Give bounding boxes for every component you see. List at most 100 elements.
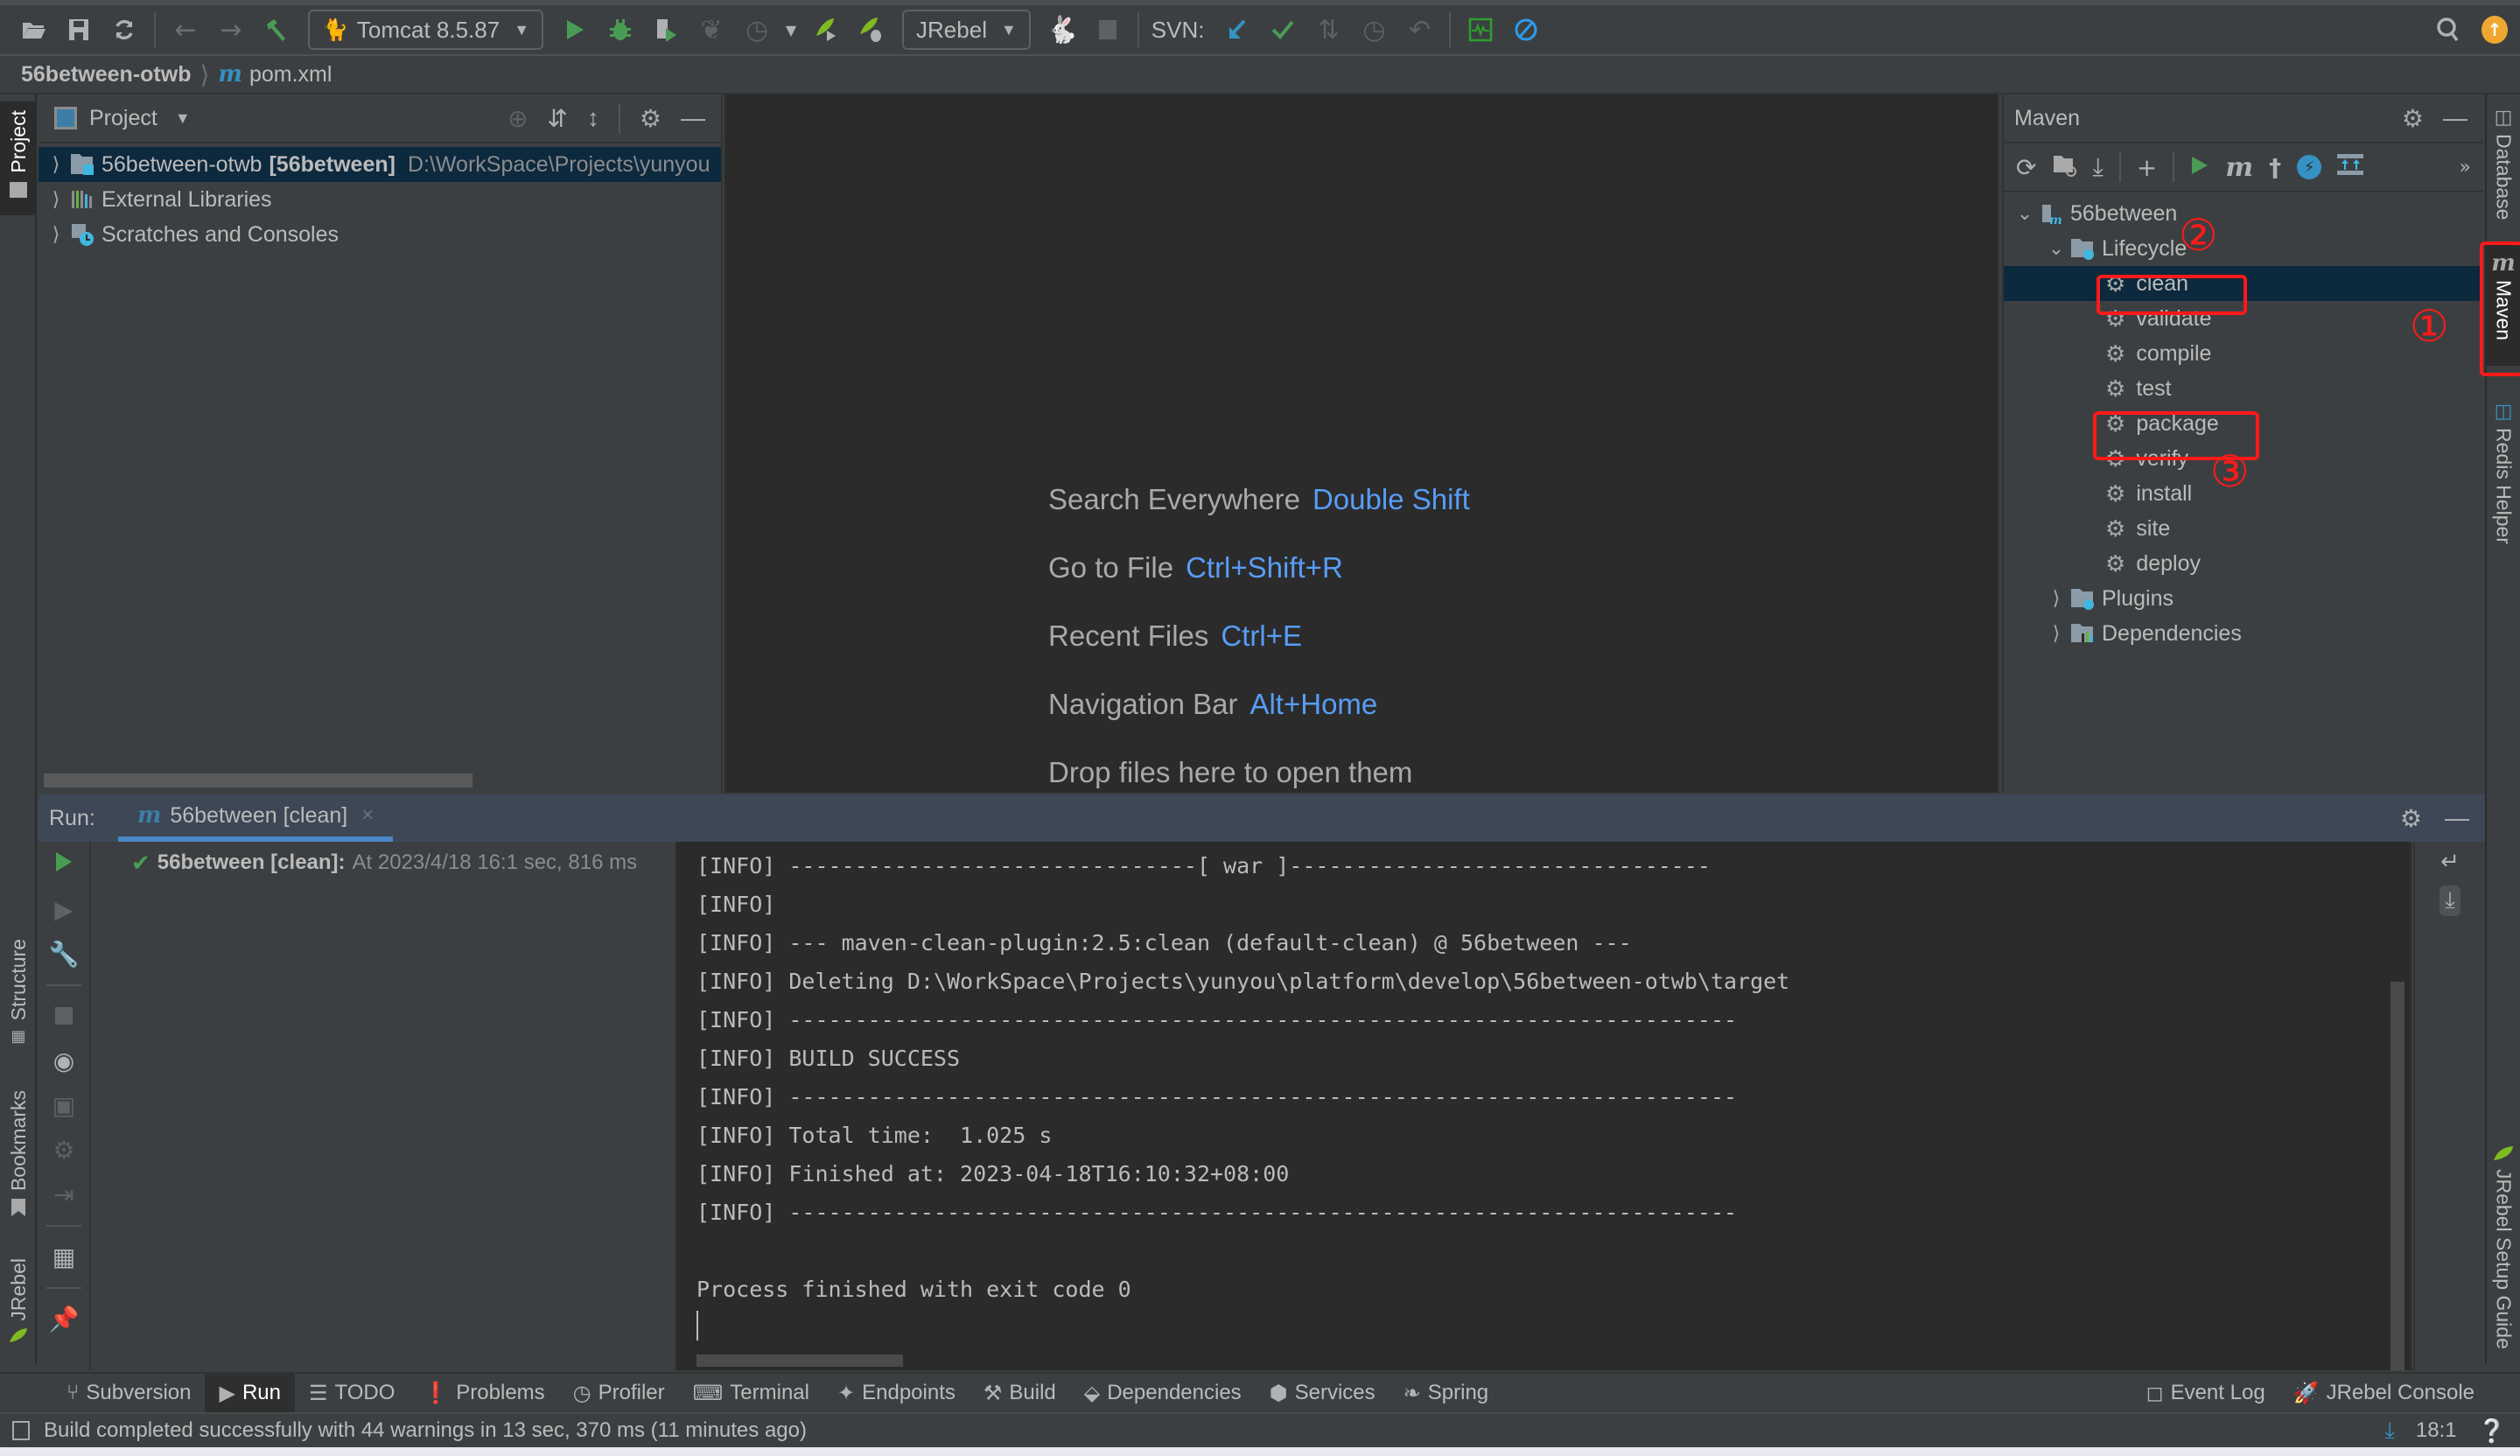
cursor-position[interactable]: 18:1 <box>2416 1418 2457 1443</box>
svn-history-icon[interactable]: ◷ <box>1352 8 1396 52</box>
chevron-right-icon[interactable]: ⟩ <box>44 188 68 211</box>
svn-update-icon[interactable] <box>1215 8 1259 52</box>
layout-icon[interactable]: ▦ <box>52 1242 75 1271</box>
horizontal-scrollbar[interactable] <box>44 774 472 788</box>
redis-helper-tool-tab[interactable]: ◫ Redis Helper <box>2487 401 2520 544</box>
run-tree-item[interactable]: ✔ 56between [clean]: At 2023/4/18 16:1 s… <box>93 842 674 884</box>
scroll-to-end-icon[interactable]: ⤓ <box>2440 886 2460 916</box>
inspection-settings-icon[interactable]: ❔ <box>2478 1418 2506 1445</box>
breadcrumb-project[interactable]: 56between-otwb <box>21 62 191 88</box>
chevron-down-icon[interactable]: ⌄ <box>2044 237 2068 260</box>
tree-item-project-root[interactable]: ⟩ 56between-otwb [56between] D:\WorkSpac… <box>38 147 721 182</box>
maven-dependencies-node[interactable]: ⟩ Dependencies <box>2004 616 2483 651</box>
console-output[interactable]: [INFO] -------------------------------[ … <box>676 842 2412 1370</box>
download-icon[interactable]: ⤓ <box>2092 152 2103 182</box>
save-icon[interactable] <box>57 8 101 52</box>
svn-compare-icon[interactable]: ⇅ <box>1306 8 1350 52</box>
collapse-all-icon[interactable]: ↕ <box>587 104 599 132</box>
run-config-dropdown[interactable]: 🐈 Tomcat 8.5.87 ▼ <box>308 10 544 50</box>
bottom-tab-spring[interactable]: ❧ Spring <box>1390 1374 1502 1412</box>
sync-icon[interactable] <box>102 8 146 52</box>
maven-lifecycle-node[interactable]: ⌄ Lifecycle <box>2004 231 2483 266</box>
bottom-tab-profiler[interactable]: ◷ Profiler <box>559 1374 679 1412</box>
disable-icon[interactable] <box>1504 8 1548 52</box>
gear-icon[interactable]: ⚙ <box>640 104 662 133</box>
bookmarks-tool-tab[interactable]: Bookmarks <box>0 1090 37 1230</box>
search-icon[interactable] <box>2426 8 2470 52</box>
gear-icon[interactable]: ⚙ <box>2402 104 2424 133</box>
monitor-icon[interactable] <box>1459 8 1502 52</box>
add-icon[interactable]: + <box>2137 153 2157 182</box>
execute-goal-icon[interactable]: m <box>2225 152 2253 183</box>
more-actions-icon[interactable]: » <box>2460 157 2471 178</box>
offline-mode-icon[interactable]: ⚡ <box>2297 155 2322 179</box>
exit-icon[interactable]: ⇥ <box>53 1180 74 1209</box>
back-icon[interactable]: ← <box>164 8 207 52</box>
update-icon[interactable]: ↑ <box>2482 16 2508 44</box>
bottom-tab-endpoints[interactable]: ✦ Endpoints <box>823 1374 970 1412</box>
lifecycle-goal-site[interactable]: ⚙ site <box>2004 511 2483 546</box>
debug-disabled-icon[interactable]: ⚙ <box>52 1136 74 1165</box>
bottom-tab-dependencies[interactable]: ⬙ Dependencies <box>1070 1374 1256 1412</box>
svn-rollback-icon[interactable]: ↶ <box>1397 8 1441 52</box>
lifecycle-goal-test[interactable]: ⚙ test <box>2004 371 2483 406</box>
run-maven-build-icon[interactable] <box>2190 153 2209 182</box>
soft-wrap-icon[interactable]: ↵ <box>2440 849 2460 875</box>
horizontal-scrollbar[interactable] <box>696 1354 903 1367</box>
hide-icon[interactable]: — <box>681 104 705 132</box>
expand-all-icon[interactable]: ⇵ <box>547 104 567 133</box>
svn-commit-icon[interactable] <box>1261 8 1305 52</box>
open-folder-icon[interactable] <box>11 8 55 52</box>
skip-tests-icon[interactable]: † <box>2269 153 2281 182</box>
locate-icon[interactable]: ⊕ <box>508 104 528 133</box>
debug-icon[interactable] <box>598 8 642 52</box>
bottom-tab-problems[interactable]: ❗ Problems <box>409 1374 558 1412</box>
database-tool-tab[interactable]: ◫ Database <box>2487 107 2520 220</box>
stop-icon[interactable] <box>1086 8 1130 52</box>
jrebel-run-icon[interactable] <box>803 8 847 52</box>
hide-icon[interactable]: — <box>2443 104 2468 132</box>
maven-plugins-node[interactable]: ⟩ Plugins <box>2004 581 2483 616</box>
jrebel-debug-icon[interactable] <box>849 8 892 52</box>
structure-tool-tab[interactable]: Structure ▦ <box>0 939 37 1070</box>
chevron-right-icon[interactable]: ⟩ <box>2044 622 2068 645</box>
pin-icon[interactable]: 📌 <box>49 1305 80 1334</box>
lifecycle-goal-deploy[interactable]: ⚙ deploy <box>2004 546 2483 581</box>
stop-icon[interactable] <box>55 1002 73 1031</box>
more-run-dropdown-icon[interactable]: ▼ <box>780 8 802 52</box>
attach-rabbit-icon[interactable]: 🐇 <box>1040 8 1084 52</box>
download-indicator-icon[interactable]: ⤓ <box>2384 1417 2395 1445</box>
jrebel-setup-guide-tab[interactable]: JRebel Setup Guide <box>2487 1144 2520 1349</box>
gear-icon[interactable]: ⚙ <box>2400 804 2422 833</box>
bottom-tab-terminal[interactable]: ⌨ Terminal <box>679 1374 823 1412</box>
chevron-down-icon[interactable]: ▼ <box>175 109 191 128</box>
eye-icon[interactable]: ◉ <box>53 1046 74 1075</box>
show-dependencies-icon[interactable] <box>2337 152 2364 183</box>
coverage-icon[interactable] <box>644 8 688 52</box>
profile-icon[interactable]: ❦ <box>690 8 733 52</box>
vertical-scrollbar[interactable] <box>2390 982 2404 1370</box>
chevron-right-icon[interactable]: ⟩ <box>44 223 68 246</box>
run-icon[interactable] <box>553 8 597 52</box>
chevron-right-icon[interactable]: ⟩ <box>2044 587 2068 610</box>
chevron-right-icon[interactable]: ⟩ <box>44 153 68 176</box>
camera-icon[interactable]: ▣ <box>52 1091 75 1120</box>
breadcrumb-file[interactable]: pom.xml <box>249 62 332 88</box>
jrebel-tool-tab[interactable]: JRebel <box>0 1258 37 1363</box>
bottom-tab-build[interactable]: ⚒ Build <box>970 1374 1070 1412</box>
bottom-tab-todo[interactable]: ☰ TODO <box>295 1374 409 1412</box>
project-view-selector[interactable]: Project <box>89 106 158 131</box>
chevron-down-icon[interactable]: ⌄ <box>2012 202 2037 225</box>
rerun-icon[interactable] <box>54 850 74 879</box>
forward-icon[interactable]: → <box>209 8 253 52</box>
jrebel-console-tab[interactable]: 🚀 JRebel Console <box>2279 1374 2488 1412</box>
jrebel-dropdown[interactable]: JRebel ▼ <box>902 10 1031 50</box>
tree-item-scratches[interactable]: ⟩ Scratches and Consoles <box>38 217 721 252</box>
bottom-tab-run[interactable]: ▶ Run <box>205 1374 295 1412</box>
bottom-tab-subversion[interactable]: ⑂ Subversion <box>52 1374 205 1412</box>
toggle-tool-windows-icon[interactable] <box>12 1421 30 1440</box>
maven-root-node[interactable]: ⌄ m 56between <box>2004 196 2483 231</box>
editor-empty-area[interactable]: Search Everywhere Double Shift Go to File… <box>724 94 1998 793</box>
rerun-failed-icon[interactable]: ▶ <box>54 895 74 924</box>
wrench-icon[interactable]: 🔧 <box>49 940 80 969</box>
